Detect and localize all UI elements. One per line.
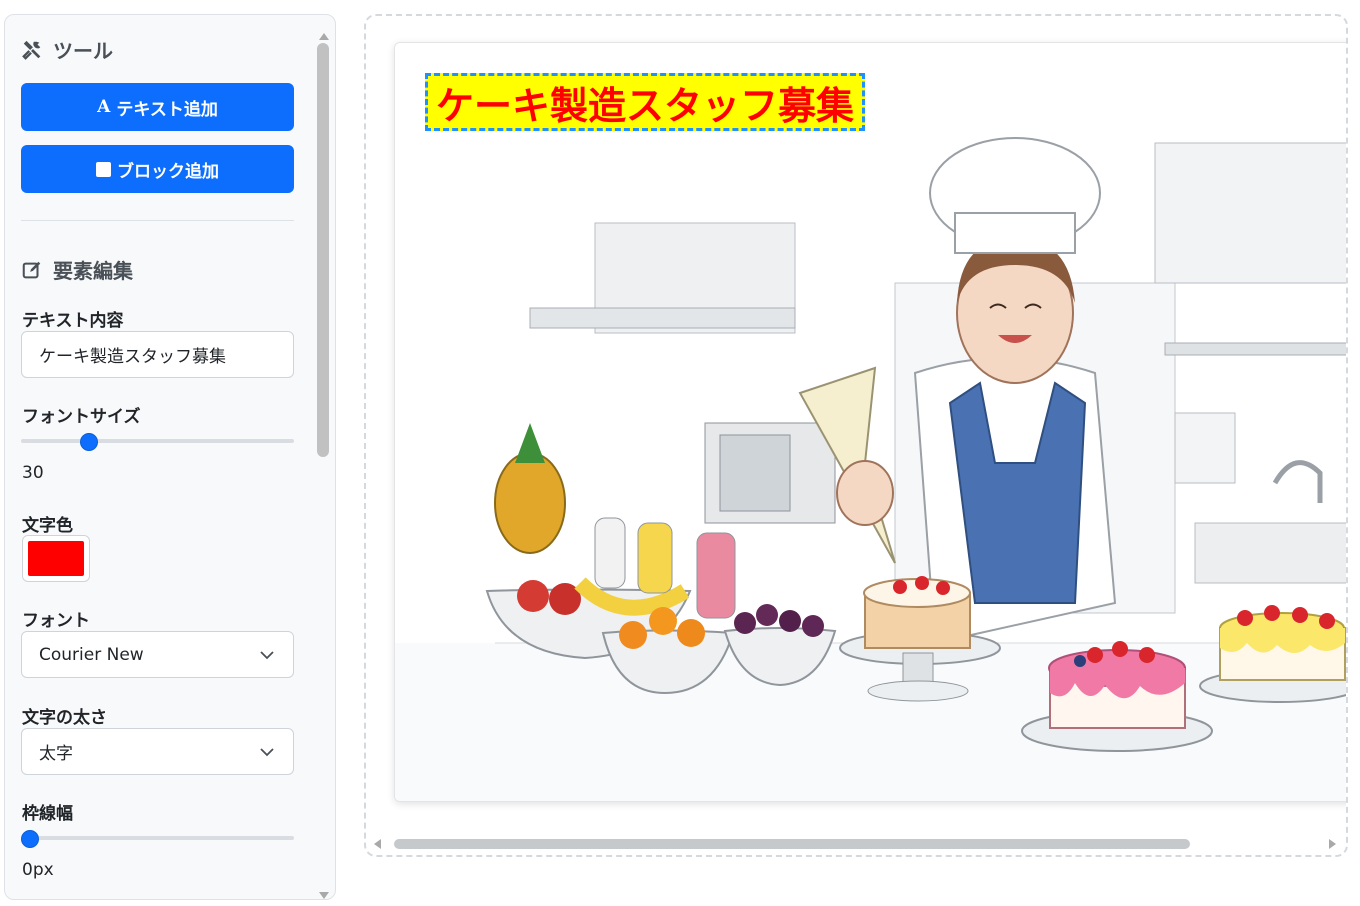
scroll-left-arrow-icon[interactable] [374,839,381,849]
text-color-label: 文字色 [22,516,73,536]
text-content-value: ケーキ製造スタッフ募集 [39,347,226,367]
text-color-picker[interactable] [22,535,90,582]
text-a-icon: A [97,97,111,117]
font-size-slider[interactable] [21,433,294,451]
border-width-track [21,836,294,840]
font-weight-label: 文字の太さ [22,708,107,728]
scroll-up-arrow-icon[interactable] [319,33,329,40]
canvas-horizontal-scrollbar[interactable] [372,837,1344,851]
canvas-text-element[interactable]: ケーキ製造スタッフ募集 [425,73,866,131]
sidebar-scroll-thumb[interactable] [317,43,329,457]
font-size-label: フォントサイズ [22,407,141,427]
tools-icon [22,40,41,60]
font-label: フォント [22,611,90,631]
add-text-label: テキスト追加 [116,99,218,120]
border-width-value: 0px [22,860,54,880]
font-select[interactable]: Courier New [21,631,294,678]
bakery-illustration [395,43,1346,801]
chevron-down-icon [260,748,274,757]
scroll-down-arrow-icon[interactable] [319,892,329,899]
chevron-down-icon [260,651,274,660]
sidebar-scrollbar[interactable] [317,33,331,899]
sidebar-panel: ツール A テキスト追加 ブロック追加 要素編集 テキスト内容 ケーキ製造スタッ… [4,14,336,900]
add-block-button[interactable]: ブロック追加 [21,145,294,193]
border-width-thumb[interactable] [21,830,39,848]
canvas-container: ケーキ製造スタッフ募集 [364,14,1348,857]
font-select-value: Courier New [39,644,144,665]
text-content-input[interactable]: ケーキ製造スタッフ募集 [21,331,294,378]
font-weight-value: 太字 [39,744,73,764]
edit-icon [22,261,41,278]
font-weight-select[interactable]: 太字 [21,728,294,775]
canvas-text: ケーキ製造スタッフ募集 [436,83,855,128]
text-content-label: テキスト内容 [22,311,124,331]
square-icon [96,161,111,177]
border-width-label: 枠線幅 [22,804,73,824]
text-color-swatch [28,541,84,576]
tools-section-title: ツール [21,35,113,64]
scroll-right-arrow-icon[interactable] [1329,839,1336,849]
font-size-track [21,439,294,443]
tools-title-text: ツール [53,39,113,63]
divider [21,220,294,221]
canvas-scroll-thumb[interactable] [394,839,1190,849]
edit-title-text: 要素編集 [53,259,133,283]
design-canvas[interactable]: ケーキ製造スタッフ募集 [394,42,1346,802]
add-text-button[interactable]: A テキスト追加 [21,83,294,131]
border-width-slider[interactable] [21,830,294,848]
edit-section-title: 要素編集 [21,255,133,284]
font-size-thumb[interactable] [79,433,98,451]
font-size-value: 30 [22,463,44,483]
add-block-label: ブロック追加 [117,161,219,182]
